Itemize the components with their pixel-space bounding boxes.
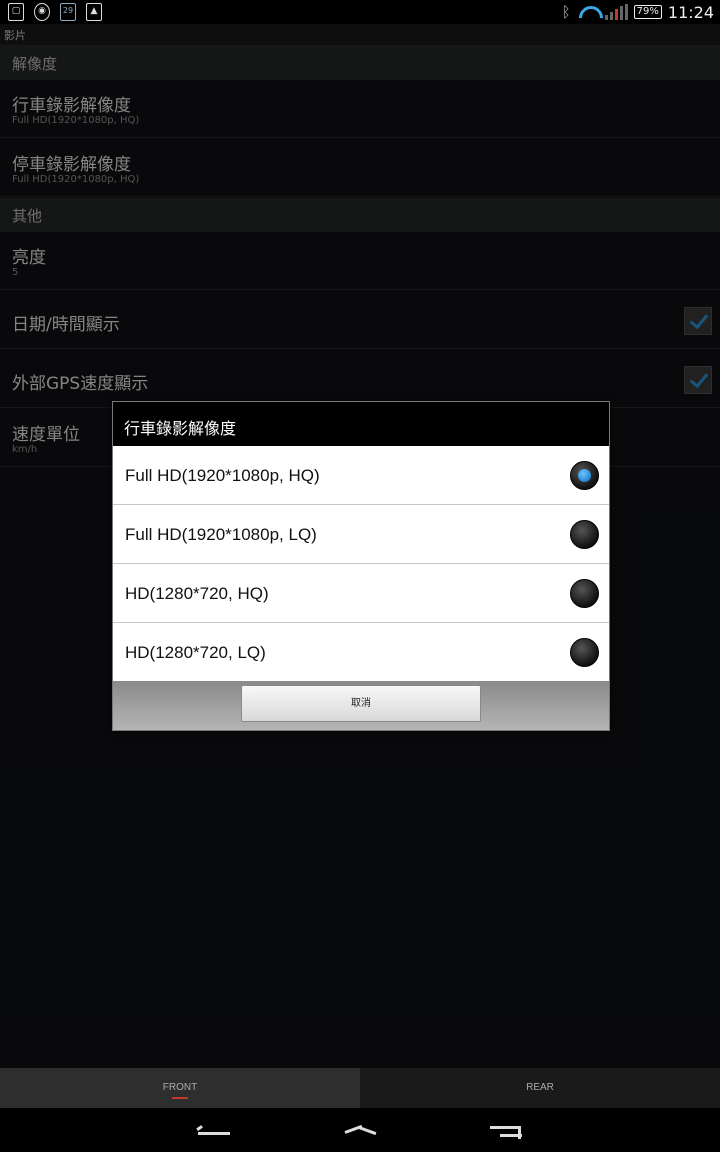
recent-apps-icon[interactable] bbox=[490, 1124, 522, 1139]
tab-active-indicator bbox=[172, 1097, 188, 1099]
wifi-icon bbox=[577, 4, 599, 20]
dialog-footer: 取消 bbox=[113, 681, 609, 730]
gallery-icon: ▲ bbox=[86, 3, 102, 21]
option-label: HD(1280*720, LQ) bbox=[125, 643, 266, 662]
option-hd-lq[interactable]: HD(1280*720, LQ) bbox=[113, 623, 609, 682]
navigation-bar bbox=[0, 1108, 720, 1152]
tab-front[interactable]: FRONT bbox=[0, 1068, 360, 1108]
option-label: Full HD(1920*1080p, LQ) bbox=[125, 525, 317, 544]
radio-selected-icon[interactable] bbox=[570, 461, 599, 490]
tab-label: REAR bbox=[526, 1082, 554, 1093]
status-clock: 11:24 bbox=[667, 2, 714, 22]
option-label: Full HD(1920*1080p, HQ) bbox=[125, 466, 320, 485]
resolution-dialog: 行車錄影解像度 Full HD(1920*1080p, HQ) Full HD(… bbox=[112, 401, 610, 731]
calendar-icon: 29 bbox=[60, 3, 76, 21]
battery-icon: 79% bbox=[633, 5, 662, 19]
radio-icon[interactable] bbox=[570, 638, 599, 667]
option-fullhd-lq[interactable]: Full HD(1920*1080p, LQ) bbox=[113, 505, 609, 564]
home-icon[interactable] bbox=[344, 1126, 376, 1138]
back-icon[interactable] bbox=[198, 1128, 230, 1136]
system-icons: ᛒ 79% 11:24 bbox=[562, 1, 714, 23]
calendar-day: 29 bbox=[62, 6, 74, 15]
radio-icon[interactable] bbox=[570, 579, 599, 608]
tab-label: FRONT bbox=[162, 1082, 198, 1093]
sim-icon: ▢ bbox=[8, 3, 24, 21]
notification-icons: ▢ ◉ 29 ▲ bbox=[8, 3, 102, 21]
bluetooth-icon: ᛒ bbox=[561, 3, 571, 21]
option-fullhd-hq[interactable]: Full HD(1920*1080p, HQ) bbox=[113, 446, 609, 505]
signal-icon bbox=[604, 4, 628, 20]
status-bar: ▢ ◉ 29 ▲ ᛒ 79% 11:24 bbox=[0, 0, 720, 24]
option-label: HD(1280*720, HQ) bbox=[125, 584, 269, 603]
cancel-button[interactable]: 取消 bbox=[241, 685, 481, 722]
tab-rear[interactable]: REAR bbox=[360, 1068, 720, 1108]
sync-icon: ◉ bbox=[34, 3, 50, 21]
dialog-title-bar: 行車錄影解像度 bbox=[113, 402, 609, 446]
dialog-title: 行車錄影解像度 bbox=[124, 419, 237, 438]
camera-tabs: FRONT REAR bbox=[0, 1068, 720, 1108]
radio-icon[interactable] bbox=[570, 520, 599, 549]
option-hd-hq[interactable]: HD(1280*720, HQ) bbox=[113, 564, 609, 623]
